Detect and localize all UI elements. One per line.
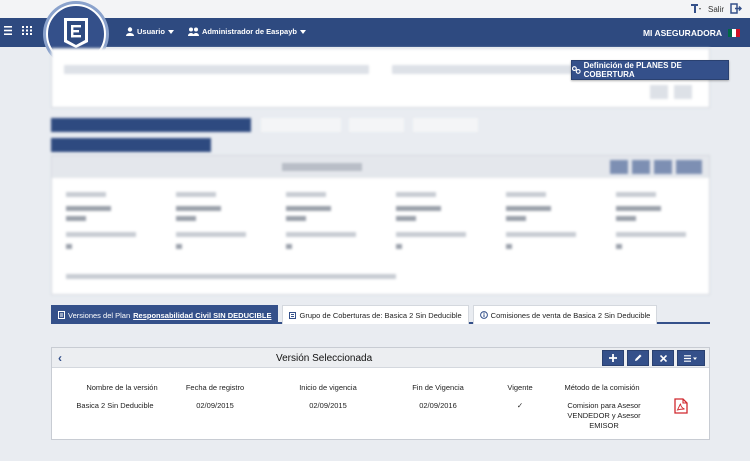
cell-start: 02/09/2015 xyxy=(309,401,347,410)
brand-name: MI ASEGURADORA xyxy=(642,28,722,38)
user-menu[interactable]: Usuario xyxy=(126,27,174,36)
pdf-icon[interactable] xyxy=(674,398,688,414)
column-header-start: Inicio de vigencia xyxy=(299,383,357,392)
tab-coverage-group[interactable]: Grupo de Coberturas de: Basica 2 Sin Ded… xyxy=(282,305,469,324)
list-icon xyxy=(289,311,297,319)
top-strip: Salir xyxy=(0,0,750,18)
admin-menu[interactable]: Administrador de Easpayb xyxy=(187,27,306,36)
users-icon xyxy=(187,27,199,36)
user-icon xyxy=(126,27,134,36)
column-header-version-name: Nombre de la versión xyxy=(86,383,158,392)
blurred-plan-panel xyxy=(51,155,710,295)
column-header-commission-method: Método de la comisión xyxy=(564,383,640,392)
column-header-registered: Fecha de registro xyxy=(185,383,245,392)
pencil-icon xyxy=(635,354,642,361)
info-icon xyxy=(479,311,488,319)
plan-name-link[interactable]: Responsabilidad Civil SIN DEDUCIBLE xyxy=(133,311,271,320)
exit-icon[interactable] xyxy=(730,3,742,16)
column-header-active: Vigente xyxy=(507,383,533,392)
chevron-down-icon xyxy=(299,29,306,34)
hamburger-icon[interactable] xyxy=(4,26,12,37)
list-menu-icon xyxy=(684,354,697,362)
add-version-button[interactable] xyxy=(602,350,624,366)
delete-version-button[interactable] xyxy=(652,350,674,366)
plans-definition-button[interactable]: Definición de PLANES DE COBERTURA xyxy=(571,60,729,80)
more-actions-button[interactable] xyxy=(677,350,705,366)
chevron-down-icon xyxy=(167,29,174,34)
exit-link[interactable]: Salir xyxy=(708,5,724,14)
cell-registered: 02/09/2015 xyxy=(196,401,234,410)
apps-grid-icon[interactable] xyxy=(22,26,32,37)
tab-sales-commissions[interactable]: Comisiones de venta de Basica 2 Sin Dedu… xyxy=(472,305,658,324)
document-icon xyxy=(58,311,65,319)
selected-version-panel: ‹ Versión Seleccionada Nombre de la vers… xyxy=(51,347,710,440)
company-logo-icon[interactable] xyxy=(60,16,92,50)
notifications-icon[interactable] xyxy=(690,3,702,16)
column-header-end: Fin de Vigencia xyxy=(412,383,464,392)
version-panel-title: Versión Seleccionada xyxy=(276,353,373,364)
cell-version-name: Basica 2 Sin Deducible xyxy=(76,401,154,410)
mexico-flag-icon[interactable] xyxy=(728,29,740,37)
cell-commission-method: Comision para Asesor VENDEDOR y Asesor E… xyxy=(567,401,641,430)
tab-plan-versions[interactable]: Versiones del Plan Responsabilidad Civil… xyxy=(51,305,279,324)
cell-end: 02/09/2016 xyxy=(419,401,457,410)
close-icon xyxy=(659,354,667,362)
plan-tabs: Versiones del Plan Responsabilidad Civil… xyxy=(51,305,710,324)
plus-icon xyxy=(609,354,617,362)
link-icon xyxy=(572,66,581,74)
back-chevron-icon[interactable]: ‹ xyxy=(58,351,62,365)
version-panel-header: ‹ Versión Seleccionada xyxy=(52,348,709,368)
edit-version-button[interactable] xyxy=(627,350,649,366)
blurred-tabs xyxy=(51,118,710,154)
cell-active-check: ✓ xyxy=(516,401,524,410)
main-navbar: Usuario Administrador de Easpayb MI ASEG… xyxy=(0,18,750,47)
